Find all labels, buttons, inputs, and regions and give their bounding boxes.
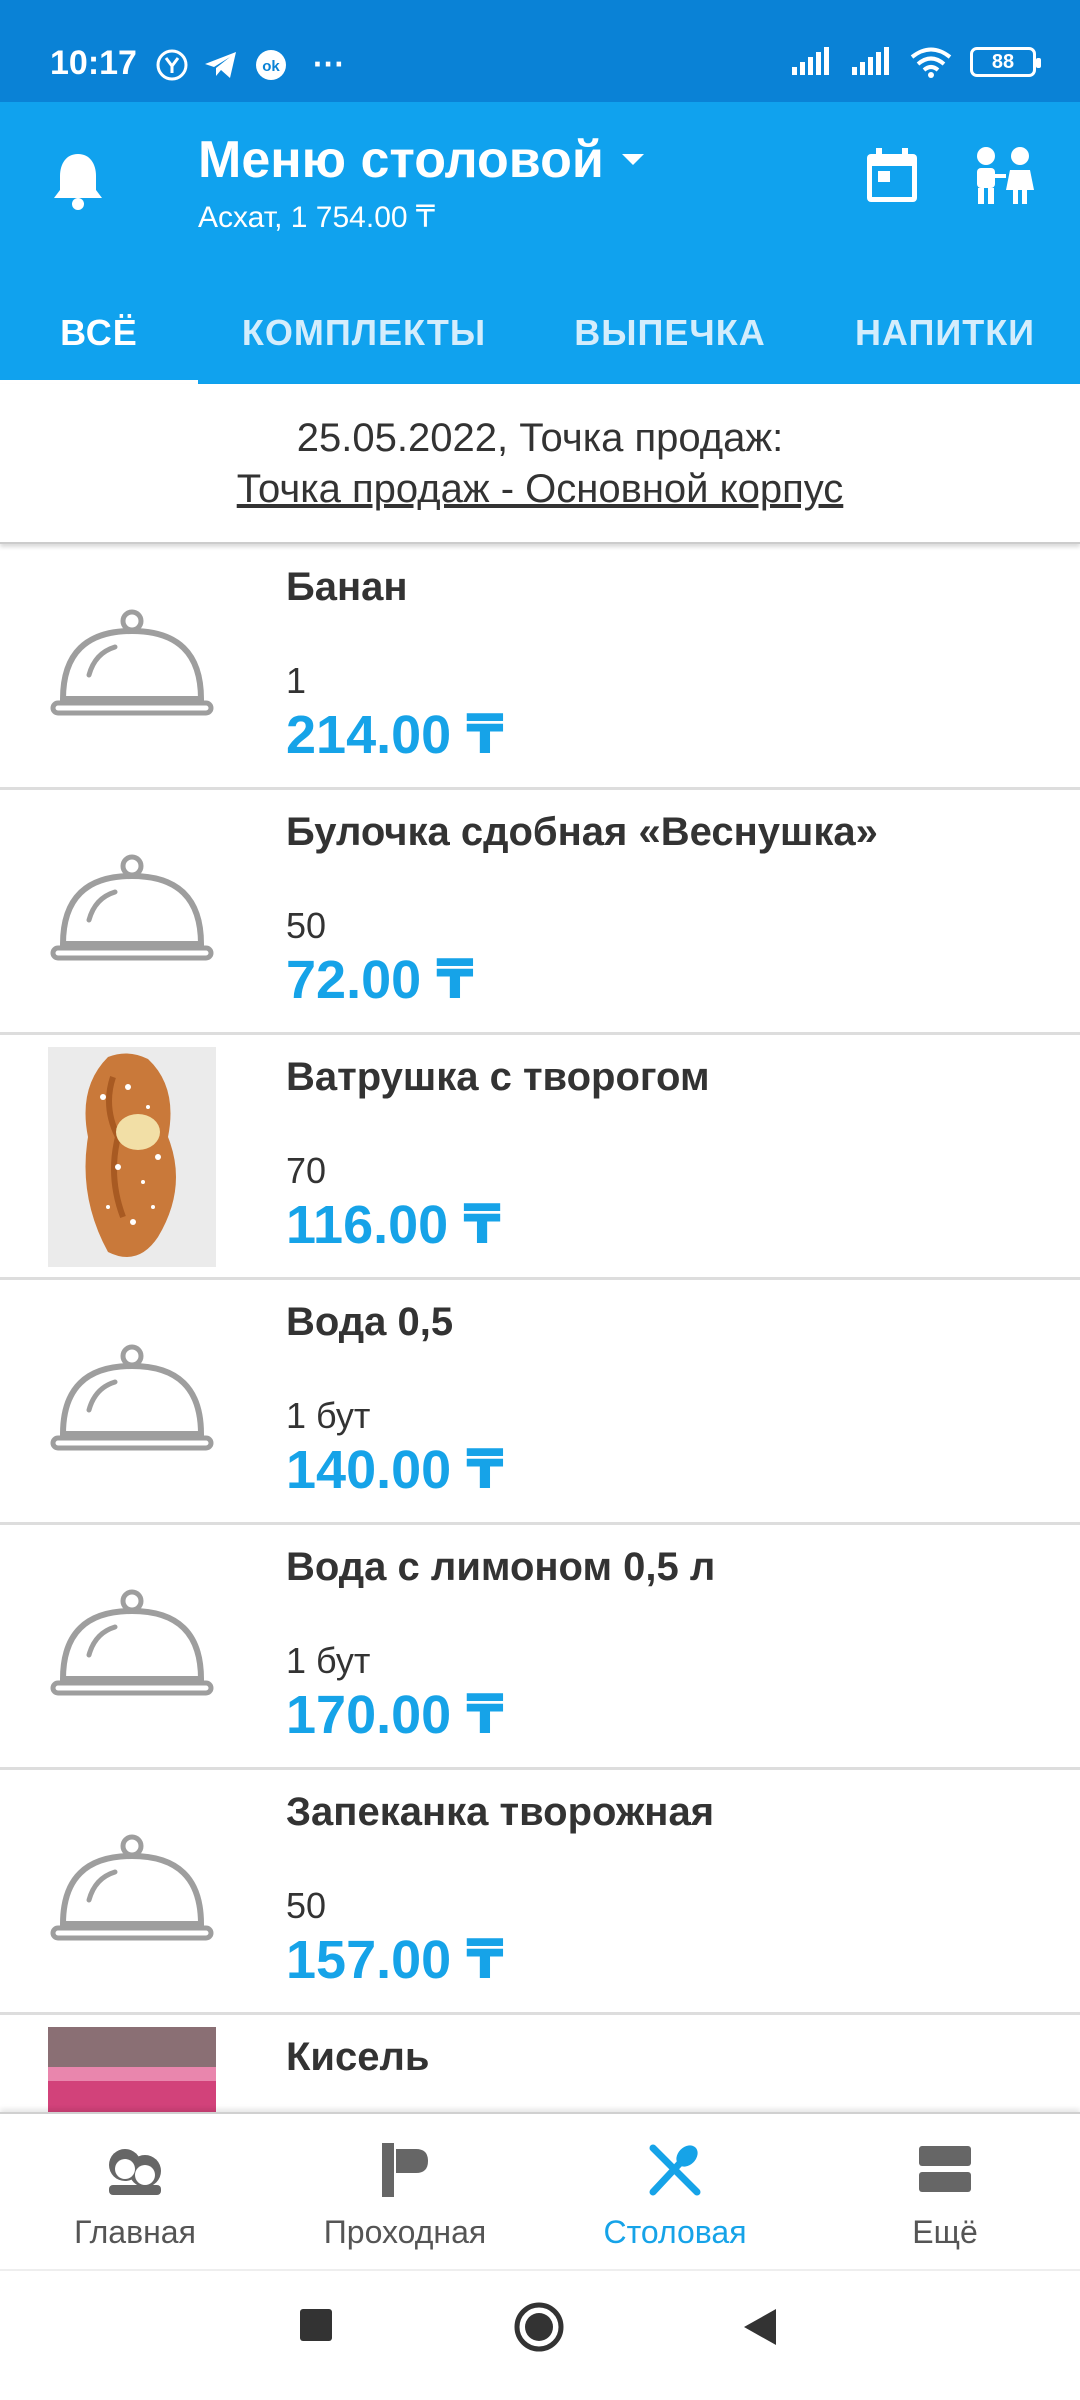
status-time: 10:17 (50, 44, 137, 82)
item-thumbnail (48, 1537, 216, 1757)
item-portion: 50 (286, 905, 327, 946)
item-price: 157.00 ₸ (286, 1930, 504, 1990)
category-tabs: ВСЁ КОМПЛЕКТЫ ВЫПЕЧКА НАПИТКИ (0, 282, 1080, 386)
cloche-icon (50, 854, 214, 961)
status-bar: 10:17 ok ··· 88 (0, 0, 1080, 102)
nav-label: Ещё (912, 2214, 978, 2250)
item-price: 170.00 ₸ (286, 1685, 504, 1745)
cloche-icon (50, 1589, 214, 1696)
nav-canteen[interactable]: Столовая (540, 2114, 810, 2271)
children-faces-icon (109, 2149, 161, 2195)
item-name: Вода 0,5 (286, 1300, 454, 1344)
date-location-bar: 25.05.2022, Точка продаж: Точка продаж -… (0, 384, 1080, 544)
page-title[interactable]: Меню столовой (198, 130, 646, 190)
item-thumbnail (48, 1782, 216, 2002)
nav-checkpoint[interactable]: Проходная (270, 2114, 540, 2271)
turnstile-icon (382, 2143, 428, 2197)
battery-icon: 88 (970, 47, 1041, 77)
cloche-icon (50, 609, 214, 716)
item-thumbnail (48, 802, 216, 1022)
item-thumbnail (48, 557, 216, 777)
item-portion: 1 бут (286, 1640, 371, 1681)
calendar-icon[interactable] (864, 146, 920, 206)
list-item[interactable]: Вода с лимоном 0,5 л 1 бут 170.00 ₸ (0, 1525, 1080, 1770)
bottom-nav: Главная Проходная Столовая Ещё (0, 2112, 1080, 2269)
system-navigation-bar (0, 2269, 1080, 2400)
menu-list[interactable]: Банан 1 214.00 ₸ Булочка сдобная «Веснуш… (0, 545, 1080, 2112)
svg-text:ok: ok (262, 58, 280, 75)
list-item[interactable]: Ватрушка с творогом 70 116.00 ₸ (0, 1035, 1080, 1280)
tab-drinks[interactable]: НАПИТКИ (830, 282, 1060, 384)
recent-apps-icon[interactable] (298, 2307, 334, 2343)
item-price: 214.00 ₸ (286, 705, 504, 765)
item-thumbnail (48, 2027, 216, 2112)
nav-label: Проходная (323, 2214, 487, 2250)
item-name: Ватрушка с творогом (286, 1055, 710, 1099)
account-balance: Асхат, 1 754.00 ₸ (198, 201, 435, 234)
item-name: Банан (286, 565, 408, 609)
nav-home[interactable]: Главная (0, 2114, 270, 2271)
list-item[interactable]: Булочка сдобная «Веснушка» 50 72.00 ₸ (0, 790, 1080, 1035)
cloche-icon (50, 1344, 214, 1451)
item-name: Кисель (286, 2035, 430, 2079)
more-notifications-icon: ··· (313, 46, 345, 82)
dropdown-arrow-icon (621, 154, 644, 165)
pastry-photo (48, 1047, 216, 1267)
item-name: Булочка сдобная «Веснушка» (286, 810, 878, 854)
item-portion: 70 (286, 1150, 327, 1191)
battery-level: 88 (991, 50, 1015, 73)
item-thumbnail (48, 1292, 216, 1512)
item-portion: 50 (286, 1885, 327, 1926)
children-icon[interactable] (968, 144, 1038, 208)
back-button-icon[interactable] (740, 2307, 778, 2347)
home-button-icon[interactable] (513, 2301, 565, 2353)
fork-spoon-icon (649, 2144, 701, 2196)
item-name: Вода с лимоном 0,5 л (286, 1545, 716, 1589)
tab-all[interactable]: ВСЁ (0, 282, 198, 384)
list-item[interactable]: Кисель (0, 2015, 1080, 2112)
date-line: 25.05.2022, Точка продаж: (296, 416, 784, 460)
yandex-icon (156, 49, 188, 80)
item-price: 72.00 ₸ (286, 950, 474, 1010)
nav-label: Главная (74, 2214, 196, 2250)
item-portion: 1 бут (286, 1395, 371, 1436)
app-header: Меню столовой Асхат, 1 754.00 ₸ ВСЁ КОМП… (0, 102, 1080, 386)
tab-sets[interactable]: КОМПЛЕКТЫ (218, 282, 510, 384)
list-item[interactable]: Банан 1 214.00 ₸ (0, 545, 1080, 790)
title-block[interactable]: Меню столовой Асхат, 1 754.00 ₸ (198, 130, 646, 235)
item-name: Запеканка творожная (286, 1790, 715, 1834)
system-status-icons: 88 (790, 46, 1041, 78)
telegram-icon (205, 51, 236, 78)
cloche-icon (50, 1834, 214, 1941)
page-title-text: Меню столовой (198, 131, 604, 189)
signal-icon (792, 47, 829, 75)
wifi-icon (910, 47, 952, 78)
item-price: 140.00 ₸ (286, 1440, 504, 1500)
list-item[interactable]: Вода 0,5 1 бут 140.00 ₸ (0, 1280, 1080, 1525)
location-link[interactable]: Точка продаж - Основной корпус (237, 467, 844, 512)
item-portion: 1 (286, 660, 307, 701)
list-item[interactable]: Запеканка творожная 50 157.00 ₸ (0, 1770, 1080, 2015)
signal-icon-2 (852, 47, 889, 75)
tab-bakery[interactable]: ВЫПЕЧКА (555, 282, 785, 384)
nav-label: Столовая (603, 2214, 747, 2250)
bell-icon[interactable] (48, 148, 108, 212)
item-price: 116.00 ₸ (286, 1195, 501, 1255)
item-thumbnail (48, 1047, 216, 1267)
notification-icons: ok ··· (155, 46, 345, 83)
drink-photo (48, 2027, 216, 2112)
ok-icon: ok (256, 49, 286, 80)
more-icon (919, 2146, 971, 2192)
nav-more[interactable]: Ещё (810, 2114, 1080, 2271)
